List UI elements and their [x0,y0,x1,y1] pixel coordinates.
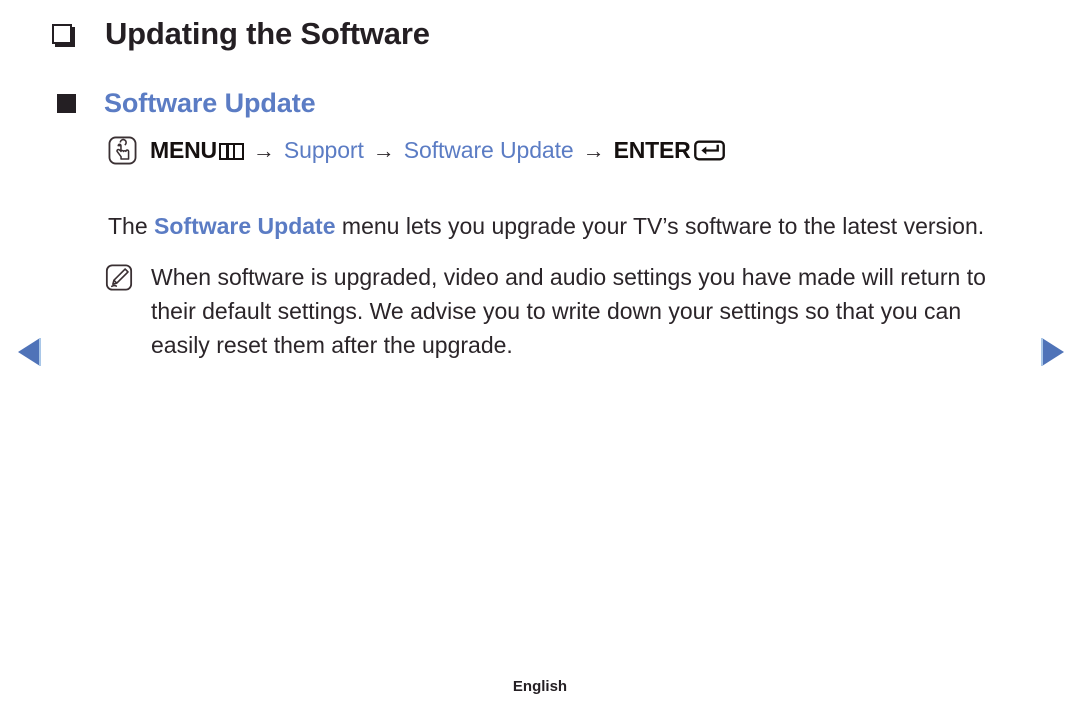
body-rest: menu lets you upgrade your TV’s software… [335,213,985,239]
body-highlight: Software Update [154,213,336,239]
filled-square-bullet-icon [57,94,76,113]
note-block: When software is upgraded, video and aud… [105,260,1025,362]
page-title-row: Updating the Software [52,16,430,52]
path-arrow-3: → [582,137,605,163]
body-lead: The [108,213,155,239]
path-arrow-1: → [252,137,275,163]
menu-grid-glyph-icon [218,143,244,160]
press-button-icon [108,136,137,165]
body-paragraph: The Software Update menu lets you upgrad… [108,209,1008,243]
section-heading: Software Update [104,88,316,118]
triangle-left-icon[interactable] [16,337,42,367]
manual-page: Updating the Software Software Update ME… [0,0,1080,705]
page-title: Updating the Software [105,16,430,51]
menu-item-software-update: Software Update [403,137,574,163]
enter-keyword: ENTER [613,137,691,163]
footer-language-label: English [512,678,568,695]
triangle-right-icon[interactable] [1040,337,1066,367]
enter-return-glyph-icon [693,140,725,161]
note-pencil-icon [105,264,133,291]
menu-item-support: Support [283,137,364,163]
path-arrow-2: → [372,137,395,163]
hollow-square-bullet-icon [52,24,72,44]
menu-keyword: MENU [150,137,217,163]
menu-path-breadcrumb: MENU → Support → Software Update → ENTER [108,136,725,165]
section-heading-row: Software Update [57,88,316,119]
note-text: When software is upgraded, video and aud… [151,264,986,358]
